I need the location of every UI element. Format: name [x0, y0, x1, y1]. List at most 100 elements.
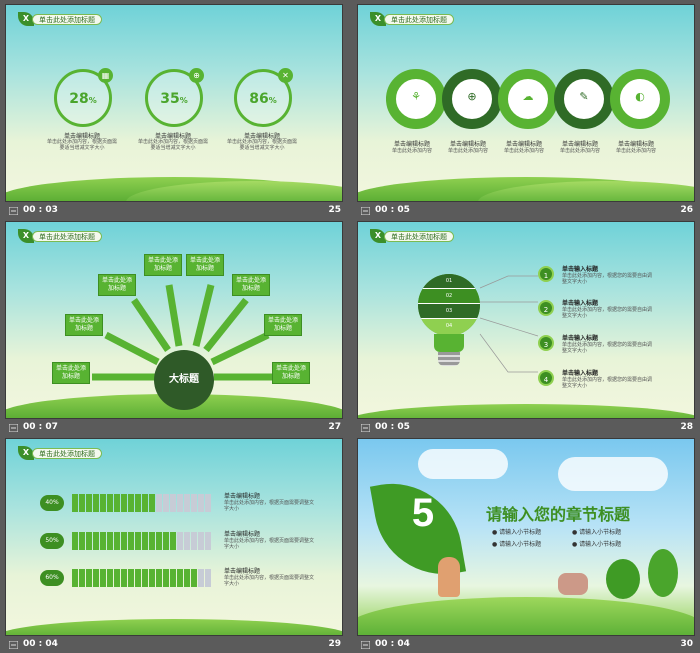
slide-title: 单击此处添加标题: [32, 13, 102, 25]
person-icon: [86, 494, 92, 512]
cloud-icon: [558, 457, 668, 491]
target-icon: ⊕: [189, 68, 204, 83]
children-illustration: [558, 573, 588, 595]
chapter-title: 请输入您的章节标题: [486, 505, 631, 524]
person-icon: [163, 569, 169, 587]
person-icon: [191, 569, 197, 587]
item-desc: 单击此处添加内容: [503, 148, 544, 154]
person-icon: [177, 532, 183, 550]
grass-hill: [6, 619, 342, 635]
person-icon: [135, 532, 141, 550]
step-item: 单击输入标题 单击此处添加内容，根据您的需要自由调整文字大小: [562, 333, 652, 354]
percent-ring: ✕ 86%: [234, 68, 293, 127]
bulb-base: [438, 352, 460, 366]
slide-title: 单击此处添加标题: [32, 447, 102, 459]
slide-number: 28: [680, 422, 693, 432]
step-desc: 单击此处添加内容，根据您的需要自由调整文字大小: [562, 342, 653, 354]
globe-icon: ⊕: [467, 90, 477, 103]
icon-ring: ⚘: [386, 69, 446, 129]
slide-canvas: 5 请输入您的章节标题 ● 请输入小节标题 ● 请输入小节标题 ● 请输入小节标…: [357, 438, 695, 636]
row-text: 单击编辑标题 单击此处添加内容，根据页面需要调整文字大小: [224, 566, 314, 587]
leaf-icon: ◐: [635, 90, 645, 103]
step-desc: 单击此处添加内容，根据您的需要自由调整文字大小: [562, 377, 653, 389]
step-heading: 单击输入标题: [562, 266, 599, 273]
person-icon: [79, 532, 85, 550]
person-icon: [205, 532, 211, 550]
chapter-number: 5: [411, 491, 435, 535]
slide-thumbnail-30[interactable]: 5 请输入您的章节标题 ● 请输入小节标题 ● 请输入小节标题 ● 请输入小节标…: [357, 438, 695, 653]
slide-number: 29: [328, 639, 341, 649]
branch-box: 单击此处添加标题: [272, 362, 310, 384]
person-icon: [121, 494, 127, 512]
person-icon: [128, 569, 134, 587]
percent-value: 86: [249, 91, 269, 107]
slide-timing: 00 : 07: [23, 422, 58, 432]
person-icon: [107, 569, 113, 587]
person-icon: [72, 569, 78, 587]
row-heading: 单击编辑标题: [224, 568, 261, 575]
slide-footer: 00 : 04 29: [5, 637, 343, 653]
child-illustration: [438, 557, 460, 597]
person-icon: [170, 569, 176, 587]
slide-timing: 00 : 03: [23, 205, 58, 215]
person-icon: [100, 494, 106, 512]
percent-badge: 50%: [40, 533, 64, 549]
slide-thumbnail-29[interactable]: X 单击此处添加标题 40% 50% 60% 单击编辑标题 单击此处添加内容，根据页…: [5, 438, 343, 653]
bulb-neck: [434, 334, 464, 352]
slide-footer: 00 : 04 30: [357, 637, 695, 653]
item-heading: 单击编辑标题: [393, 141, 430, 148]
slide-title-tag: X 单击此处添加标题: [370, 12, 454, 26]
person-icon: [170, 494, 176, 512]
slide-canvas: X 单击此处添加标题 01 02 03 04 1 2 3 4 单击输入标题 单击…: [357, 221, 695, 419]
item-heading: 单击编辑标题: [617, 141, 654, 148]
hub-circle: 大标题: [154, 350, 214, 410]
item-desc: 单击此处添加内容，根据页面需要适当增减文字大小: [226, 139, 297, 151]
step-desc: 单击此处添加内容，根据您的需要自由调整文字大小: [562, 307, 653, 319]
subsection: ● 请输入小节标题: [492, 541, 542, 548]
row-desc: 单击此处添加内容，根据页面需要调整文字大小: [224, 500, 315, 512]
row-text: 单击编辑标题 单击此处添加内容，根据页面需要调整文字大小: [224, 529, 314, 550]
slide-number: 30: [680, 639, 693, 649]
item-desc: 单击此处添加内容: [559, 148, 600, 154]
person-icon: [86, 569, 92, 587]
item-desc: 单击此处添加内容，根据页面需要适当增减文字大小: [137, 139, 208, 151]
item-desc: 单击此处添加内容: [391, 148, 432, 154]
slide-thumbnail-27[interactable]: X 单击此处添加标题 单击此处添加标题 单击此处添加标题 单击此处添加标题 单击此…: [5, 221, 343, 436]
person-icon: [198, 532, 204, 550]
person-icon: [184, 494, 190, 512]
person-icon: [198, 494, 204, 512]
item-heading: 单击编辑标题: [449, 141, 486, 148]
item-desc: 单击此处添加内容: [615, 148, 656, 154]
slide-thumbnail-26[interactable]: X 单击此处添加标题 ⚘ ⊕ ☁ ✎ ◐ 单击编辑标题 单击此处添加内容 单击编辑…: [357, 4, 695, 219]
subsection: ● 请输入小节标题: [492, 529, 542, 536]
item-heading: 单击编辑标题: [561, 141, 598, 148]
subsection-label: 请输入小节标题: [499, 529, 542, 536]
person-icon: [191, 494, 197, 512]
tools-icon: ✕: [278, 68, 293, 83]
slide-thumbnail-25[interactable]: X 单击此处添加标题 ▦ 28% ⊕ 35% ✕ 86% 单击编辑标题 单击此处添加内容…: [5, 4, 343, 219]
person-icon: [142, 532, 148, 550]
percent-badge: 40%: [40, 495, 64, 511]
step-number: 3: [538, 335, 554, 351]
branch-box: 单击此处添加标题: [144, 254, 182, 276]
slide-timing: 00 : 05: [375, 205, 410, 215]
percent-badge: 60%: [40, 570, 64, 586]
branch-box: 单击此处添加标题: [264, 314, 302, 336]
person-icon: [107, 494, 113, 512]
slide-thumbnail-28[interactable]: X 单击此处添加标题 01 02 03 04 1 2 3 4 单击输入标题 单击…: [357, 221, 695, 436]
tree-icon: [606, 559, 640, 599]
timing-icon: [361, 641, 370, 649]
slide-canvas: X 单击此处添加标题 ⚘ ⊕ ☁ ✎ ◐ 单击编辑标题 单击此处添加内容 单击编辑…: [357, 4, 695, 202]
subsection: ● 请输入小节标题: [572, 541, 622, 548]
row-text: 单击编辑标题 单击此处添加内容，根据页面需要调整文字大小: [224, 491, 314, 512]
person-icon: [121, 569, 127, 587]
slide-title: 单击此处添加标题: [384, 13, 454, 25]
cloud-icon: [418, 449, 508, 479]
person-icon: [191, 532, 197, 550]
person-icon: [149, 532, 155, 550]
slide-timing: 00 : 04: [23, 639, 58, 649]
pen-icon: ✎: [579, 90, 589, 103]
slide-timing: 00 : 05: [375, 422, 410, 432]
person-icon: [177, 494, 183, 512]
step-number: 1: [538, 266, 554, 282]
